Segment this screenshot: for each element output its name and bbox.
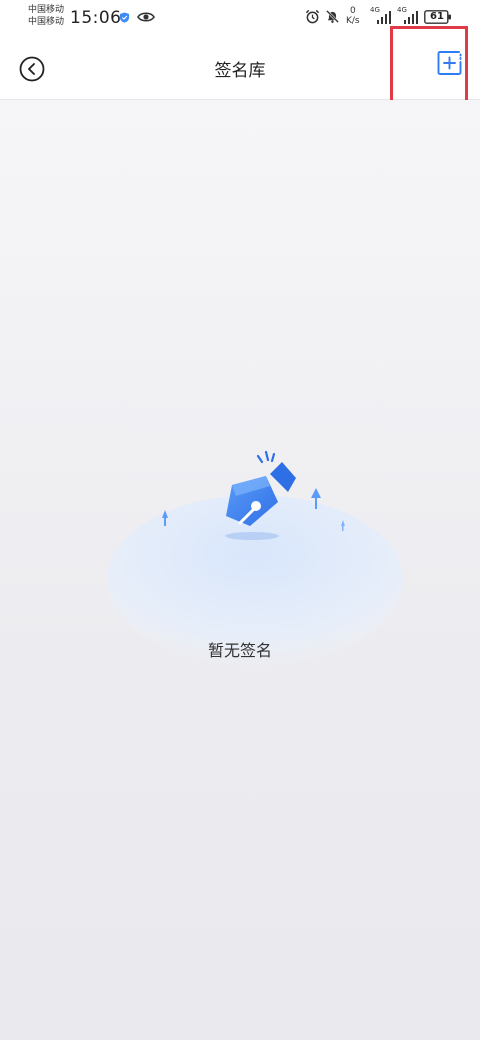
net-speed-value: 0 [349, 6, 356, 16]
net-speed-unit: K/s [346, 16, 360, 26]
app-header: 签名库 [0, 26, 480, 108]
alarm-icon [305, 9, 320, 24]
shield-icon [119, 12, 130, 23]
add-signature-highlight[interactable] [390, 26, 468, 108]
net-speed: 0 K/s [346, 6, 360, 26]
battery-level: 61 [430, 11, 444, 22]
signal-icon-1 [377, 11, 391, 24]
empty-signature-illustration [107, 450, 403, 665]
empty-state-text: 暂无签名 [207, 641, 272, 660]
carrier-labels: 中国移动 中国移动 [28, 4, 64, 28]
clock: 15:06 [70, 8, 122, 28]
bell-muted-icon [326, 10, 339, 23]
carrier-1: 中国移动 [28, 5, 65, 15]
carrier-2: 中国移动 [28, 17, 65, 27]
signal-icon-2 [404, 11, 418, 24]
signature-list-area: 暂无签名 [0, 100, 480, 1040]
add-square-icon[interactable] [437, 50, 463, 76]
eye-icon [137, 12, 155, 22]
